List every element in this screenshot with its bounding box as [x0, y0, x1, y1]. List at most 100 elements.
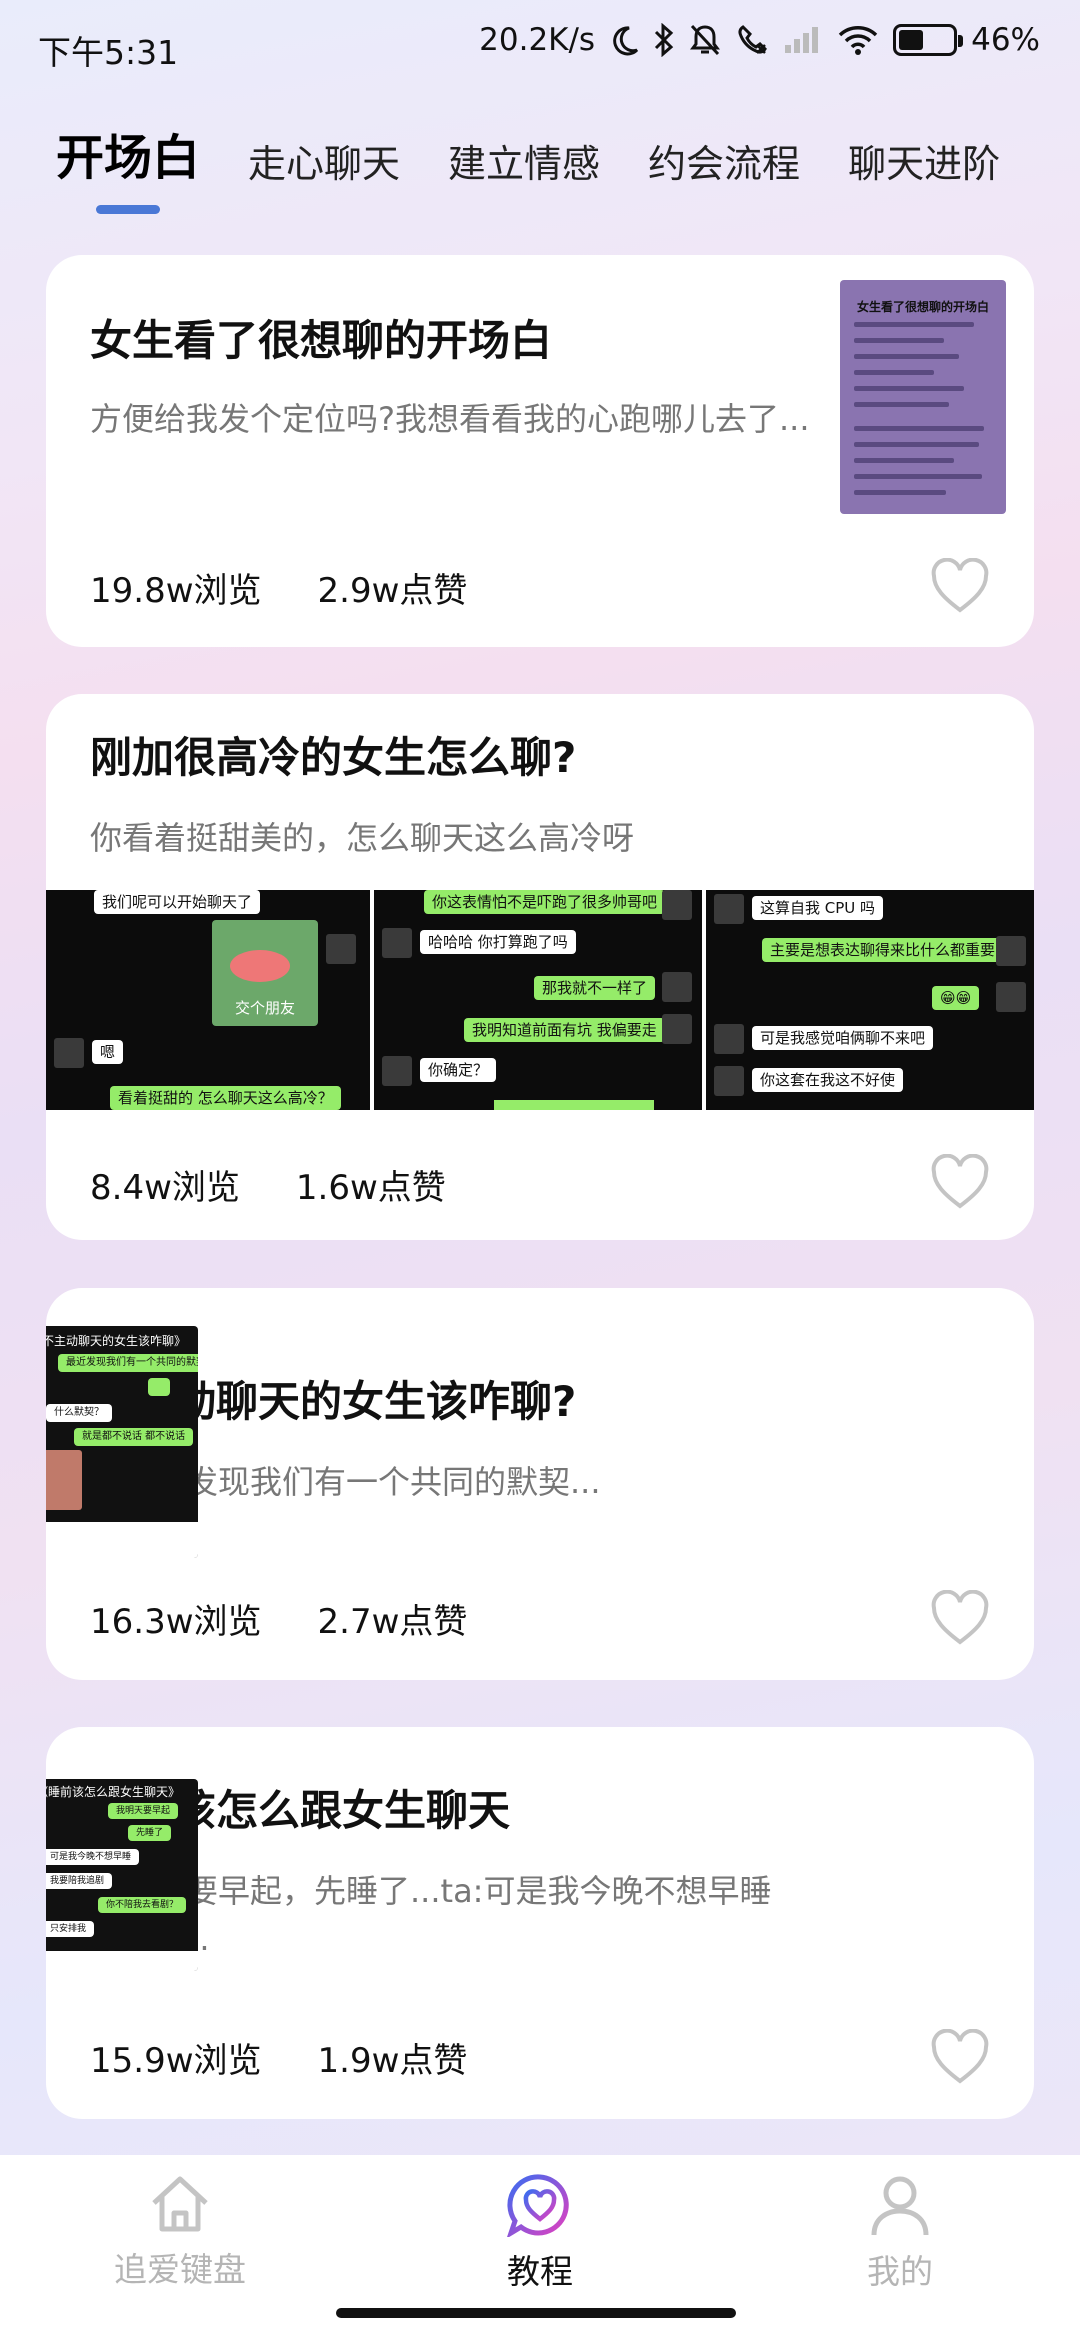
chat-bubble: 我要陪我追剧	[46, 1873, 113, 1889]
card-summary: 我明天要早起，先睡了...ta:可是我今晚不想早睡(表情)...	[90, 1872, 772, 1958]
chat-bubble: 😁😁	[932, 986, 980, 1010]
chat-avatar	[714, 894, 744, 924]
view-count: 15.9w浏览	[90, 2041, 262, 2081]
chat-input-bar	[46, 1951, 198, 1971]
sticker-image: 交个朋友	[212, 920, 318, 1026]
like-heart-icon[interactable]	[930, 2029, 990, 2085]
chat-avatar	[382, 1056, 412, 1086]
chat-screenshot: 我们呢可以开始聊天了 交个朋友 嗯 看着挺甜的 怎么聊天这么高冷？	[46, 890, 370, 1110]
article-card[interactable]: 女生看了很想聊的开场白 方便给我发个定位吗?我想看看我的心跑哪儿去了... 19…	[46, 255, 1034, 647]
card-stats: 16.3w浏览 2.7w点赞	[90, 1594, 467, 1643]
view-count: 19.8w浏览	[90, 571, 262, 611]
sticker-shape	[230, 950, 290, 982]
chat-bubble: 先睡了	[128, 1825, 172, 1841]
text-line	[854, 490, 946, 495]
chat-bubble: 你不陪我去看剧？	[98, 1897, 187, 1913]
card-stats: 15.9w浏览 1.9w点赞	[90, 2033, 467, 2082]
chat-bubble: 你确定？	[420, 1058, 497, 1082]
chat-bubble: 我明天要早起	[108, 1803, 179, 1819]
chat-bubble: 我明知道前面有坑 我偏要走	[464, 1018, 665, 1042]
battery-icon	[893, 24, 964, 56]
bluetooth-icon	[655, 23, 674, 57]
chat-bubble: 可是我今晚不想早睡	[46, 1849, 140, 1865]
tab-advanced-chat[interactable]: 聊天进阶	[848, 142, 1000, 188]
nav-label: 我的	[867, 2252, 933, 2291]
person-icon	[871, 2176, 929, 2236]
nav-item-keyboard[interactable]: 追爱键盘	[80, 2173, 280, 2291]
like-count: 1.6w点赞	[295, 1168, 446, 1208]
chat-bubble-partial	[494, 1100, 654, 1110]
chat-screenshot: 这算自我 CPU 吗 主要是想表达聊得来比什么都重要 😁😁 可是我感觉咱俩聊不来…	[706, 890, 1034, 1110]
text-line	[854, 474, 982, 479]
chat-avatar	[996, 982, 1026, 1012]
thumbnail-title: 《睡前该怎么跟女生聊天》	[46, 1785, 180, 1799]
like-heart-icon[interactable]	[930, 1154, 990, 1210]
like-count: 2.7w点赞	[317, 1602, 468, 1642]
battery-percent: 46%	[971, 22, 1040, 58]
tab-build-feelings[interactable]: 建立情感	[448, 142, 600, 188]
chat-avatar	[54, 1038, 84, 1068]
chat-input-bar	[46, 1522, 198, 1558]
text-line	[854, 322, 974, 327]
thumbnail-title: 《不主动聊天的女生该咋聊》	[46, 1334, 186, 1348]
text-line	[854, 338, 944, 343]
battery-level	[899, 30, 924, 50]
nav-item-tutorial[interactable]: 教程	[440, 2173, 640, 2293]
chat-avatar	[382, 928, 412, 958]
tab-dating-process[interactable]: 约会流程	[648, 142, 800, 188]
call-off-icon	[738, 25, 768, 54]
text-line	[854, 402, 949, 407]
article-card[interactable]: 不主动聊天的女生该咋聊? 最近我发现我们有一个共同的默契... 16.3w浏览 …	[46, 1288, 1034, 1680]
text-line	[854, 442, 979, 447]
article-card[interactable]: 睡前该怎么跟女生聊天 我明天要早起，先睡了...ta:可是我今晚不想早睡(表情)…	[46, 1727, 1034, 2119]
mute-bell-icon	[690, 24, 721, 56]
heart-chat-icon	[506, 2174, 569, 2239]
chat-bubble: 我们呢可以开始聊天了	[94, 890, 261, 914]
chat-bubble: 就是都不说话 都不说话	[74, 1428, 194, 1446]
chat-bubble: 什么默契？	[46, 1404, 112, 1422]
status-bar: 下午5:31 20.2K/s 46%	[0, 0, 1080, 92]
net-speed: 20.2K/s	[479, 22, 596, 58]
like-count: 1.9w点赞	[317, 2041, 468, 2081]
chat-screenshot: 你这表情怕不是吓跑了很多帅哥吧 哈哈哈 你打算跑了吗 那我就不一样了 我明知道前…	[374, 890, 702, 1110]
card-summary: 最近我发现我们有一个共同的默契...	[90, 1463, 601, 1501]
like-heart-icon[interactable]	[930, 1590, 990, 1646]
chat-bubble: 最近发现我们有一个共同的默契	[58, 1354, 198, 1372]
chat-avatar	[662, 890, 692, 920]
chat-avatar	[662, 972, 692, 1002]
card-title: 女生看了很想聊的开场白	[90, 316, 553, 365]
card-thumbnail: 女生看了很想聊的开场白	[840, 280, 1006, 514]
article-card[interactable]: 刚加很高冷的女生怎么聊? 你看着挺甜美的，怎么聊天这么高冷呀 我们呢可以开始聊天…	[46, 694, 1034, 1240]
chat-bubble: 主要是想表达聊得来比什么都重要	[762, 938, 1004, 962]
sticker-image	[46, 1450, 82, 1510]
chat-avatar	[996, 936, 1026, 966]
tab-heart-chat[interactable]: 走心聊天	[248, 142, 400, 188]
status-time: 下午5:31	[38, 33, 179, 72]
chat-avatar	[326, 934, 356, 964]
signal-icon	[785, 27, 819, 53]
view-count: 16.3w浏览	[90, 1602, 262, 1642]
like-heart-icon[interactable]	[930, 558, 990, 614]
chat-bubble: 嗯	[92, 1040, 124, 1064]
chat-bubble: 那我就不一样了	[534, 976, 656, 1000]
nav-item-profile[interactable]: 我的	[800, 2173, 1000, 2293]
chat-bubble: 你这套在我这不好使	[752, 1068, 904, 1092]
tab-label: 聊天进阶	[848, 142, 1001, 186]
category-tabs: 开场白 走心聊天 建立情感 约会流程 聊天进阶	[56, 130, 1036, 214]
home-indicator[interactable]	[336, 2308, 736, 2318]
chat-bubble: 只安排我	[46, 1921, 95, 1937]
text-line	[854, 386, 964, 391]
thumbnail-title: 女生看了很想聊的开场白	[856, 300, 989, 314]
chat-avatar	[714, 1066, 744, 1096]
chat-bubble: 可是我感觉咱俩聊不来吧	[752, 1026, 934, 1050]
tab-active-indicator	[96, 204, 160, 214]
view-count: 8.4w浏览	[90, 1168, 240, 1208]
tab-opening-lines[interactable]: 开场白	[56, 130, 200, 214]
status-icons: 20.2K/s 46%	[479, 22, 1040, 58]
card-summary: 方便给我发个定位吗?我想看看我的心跑哪儿去了...	[90, 400, 810, 438]
chat-avatar	[662, 1014, 692, 1044]
home-icon	[152, 2176, 208, 2232]
card-summary: 你看着挺甜美的，怎么聊天这么高冷呀	[90, 819, 635, 857]
tab-label: 建立情感	[448, 142, 601, 186]
sticker-caption: 交个朋友	[234, 999, 295, 1017]
